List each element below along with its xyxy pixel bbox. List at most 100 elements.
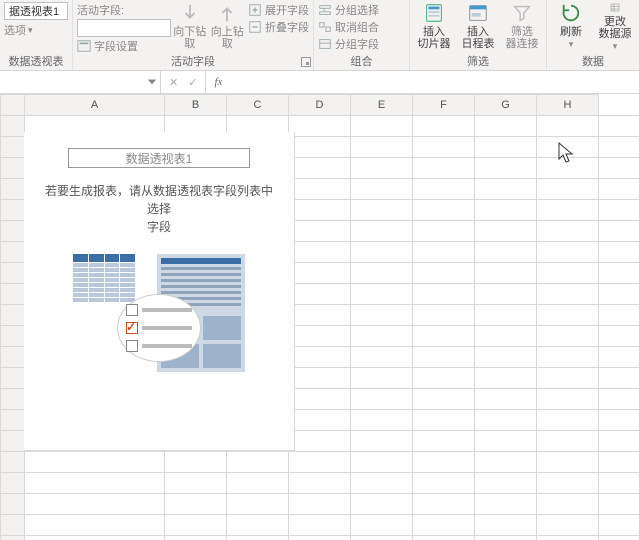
- cell[interactable]: [599, 494, 639, 515]
- change-data-source-button[interactable]: 更改 数据源 ▾: [595, 2, 635, 52]
- cell[interactable]: [227, 452, 289, 473]
- cell[interactable]: [413, 473, 475, 494]
- cell[interactable]: [351, 137, 413, 158]
- cell[interactable]: [537, 536, 599, 540]
- cell[interactable]: [351, 536, 413, 540]
- pivot-name-input[interactable]: 据透视表1: [4, 2, 68, 20]
- col-header[interactable]: A: [25, 95, 165, 116]
- row-header[interactable]: [1, 242, 25, 263]
- cell[interactable]: [537, 179, 599, 200]
- cell[interactable]: [413, 200, 475, 221]
- cell[interactable]: [289, 263, 351, 284]
- dialog-launcher[interactable]: [301, 57, 311, 67]
- cell[interactable]: [351, 200, 413, 221]
- cell[interactable]: [537, 389, 599, 410]
- cell[interactable]: [413, 158, 475, 179]
- cell[interactable]: [475, 137, 537, 158]
- cell[interactable]: [537, 242, 599, 263]
- cell[interactable]: [537, 116, 599, 137]
- cell[interactable]: [599, 452, 639, 473]
- col-header[interactable]: G: [475, 95, 537, 116]
- pivot-placeholder[interactable]: 数据透视表1 若要生成报表，请从数据透视表字段列表中选择 字段: [24, 132, 295, 451]
- row-header[interactable]: [1, 473, 25, 494]
- cell[interactable]: [475, 200, 537, 221]
- cell[interactable]: [413, 536, 475, 540]
- cell[interactable]: [413, 410, 475, 431]
- col-header[interactable]: D: [289, 95, 351, 116]
- cell[interactable]: [475, 536, 537, 540]
- cell[interactable]: [537, 431, 599, 452]
- enter-icon[interactable]: ✓: [188, 76, 197, 89]
- cell[interactable]: [537, 158, 599, 179]
- insert-timeline-button[interactable]: 插入 日程表: [458, 2, 498, 52]
- col-header[interactable]: C: [227, 95, 289, 116]
- cell[interactable]: [289, 305, 351, 326]
- row-header[interactable]: [1, 326, 25, 347]
- cell[interactable]: [475, 515, 537, 536]
- cell[interactable]: [25, 515, 165, 536]
- row-header[interactable]: [1, 452, 25, 473]
- cell[interactable]: [413, 326, 475, 347]
- cell[interactable]: [475, 305, 537, 326]
- cell[interactable]: [289, 200, 351, 221]
- cell[interactable]: [599, 536, 639, 540]
- row-header[interactable]: [1, 515, 25, 536]
- cell[interactable]: [599, 263, 639, 284]
- cell[interactable]: [289, 347, 351, 368]
- pivot-options-button[interactable]: 选项: [4, 22, 26, 38]
- cell[interactable]: [413, 221, 475, 242]
- cell[interactable]: [351, 221, 413, 242]
- cell[interactable]: [289, 536, 351, 540]
- cell[interactable]: [599, 410, 639, 431]
- row-header[interactable]: [1, 158, 25, 179]
- cell[interactable]: [537, 473, 599, 494]
- group-field-button[interactable]: 分组字段: [335, 36, 379, 52]
- cell[interactable]: [537, 410, 599, 431]
- col-header[interactable]: B: [165, 95, 227, 116]
- cell[interactable]: [289, 284, 351, 305]
- cell[interactable]: [351, 242, 413, 263]
- col-header[interactable]: H: [537, 95, 599, 116]
- col-header[interactable]: E: [351, 95, 413, 116]
- cell[interactable]: [599, 473, 639, 494]
- cell[interactable]: [599, 389, 639, 410]
- cell[interactable]: [537, 452, 599, 473]
- cell[interactable]: [289, 116, 351, 137]
- cell[interactable]: [475, 347, 537, 368]
- cell[interactable]: [537, 368, 599, 389]
- active-field-input[interactable]: [77, 19, 171, 37]
- cell[interactable]: [413, 179, 475, 200]
- formula-input[interactable]: [230, 71, 639, 93]
- cell[interactable]: [351, 179, 413, 200]
- refresh-button[interactable]: 刷新 ▾: [551, 2, 591, 52]
- row-header[interactable]: [1, 179, 25, 200]
- cell[interactable]: [475, 179, 537, 200]
- cell[interactable]: [599, 242, 639, 263]
- group-selection-button[interactable]: 分组选择: [335, 2, 379, 18]
- cell[interactable]: [413, 305, 475, 326]
- cell[interactable]: [351, 305, 413, 326]
- cell[interactable]: [351, 431, 413, 452]
- cell[interactable]: [413, 368, 475, 389]
- cell[interactable]: [351, 347, 413, 368]
- cell[interactable]: [165, 494, 227, 515]
- cell[interactable]: [351, 515, 413, 536]
- cell[interactable]: [599, 515, 639, 536]
- filter-connections-button[interactable]: 筛选 器连接: [502, 2, 542, 52]
- insert-slicer-button[interactable]: 插入 切片器: [414, 2, 454, 52]
- cell[interactable]: [599, 284, 639, 305]
- cell[interactable]: [537, 200, 599, 221]
- cell[interactable]: [413, 116, 475, 137]
- cell[interactable]: [537, 305, 599, 326]
- expand-field-button[interactable]: 展开字段: [265, 2, 309, 18]
- cell[interactable]: [599, 347, 639, 368]
- cell[interactable]: [227, 515, 289, 536]
- cell[interactable]: [289, 410, 351, 431]
- row-header[interactable]: [1, 284, 25, 305]
- cell[interactable]: [537, 347, 599, 368]
- cell[interactable]: [351, 410, 413, 431]
- cell[interactable]: [413, 389, 475, 410]
- cell[interactable]: [599, 221, 639, 242]
- cell[interactable]: [289, 242, 351, 263]
- cell[interactable]: [413, 515, 475, 536]
